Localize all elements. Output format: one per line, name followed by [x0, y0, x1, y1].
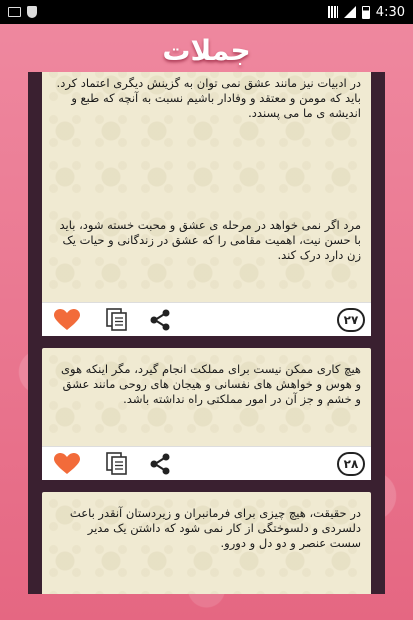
quote-card: مرد اگر نمی خواهد در مرحله ی عشق و محبت …: [42, 204, 371, 336]
signal-icon: [343, 6, 356, 18]
status-right: 4:30: [327, 4, 405, 20]
quote-card: هیچ کاری ممکن نیست برای مملکت انجام گیرد…: [42, 348, 371, 480]
quote-number: ۲۸: [337, 452, 365, 476]
quote-text: در ادبیات نیز مانند عشق نمی توان به گزین…: [56, 76, 361, 120]
quotes-list[interactable]: در ادبیات نیز مانند عشق نمی توان به گزین…: [28, 72, 385, 594]
shield-notification-icon: [27, 6, 37, 18]
image-notification-icon: [8, 7, 21, 17]
quote-number: ۲۷: [337, 308, 365, 332]
status-time: 4:30: [375, 4, 405, 20]
app-title: جملات: [162, 33, 251, 67]
network-icon: [327, 6, 338, 18]
card-actions: ۲۸: [42, 446, 371, 480]
card-actions: ۲۷: [42, 302, 371, 336]
heart-icon[interactable]: [54, 453, 80, 475]
quote-text: هیچ کاری ممکن نیست برای مملکت انجام گیرد…: [61, 362, 361, 406]
quote-text: مرد اگر نمی خواهد در مرحله ی عشق و محبت …: [59, 218, 361, 262]
copy-icon[interactable]: [106, 308, 128, 332]
status-bar: 4:30: [0, 0, 413, 24]
share-icon[interactable]: [148, 308, 172, 332]
share-icon[interactable]: [148, 452, 172, 476]
status-left: [8, 6, 37, 18]
copy-icon[interactable]: [106, 452, 128, 476]
quote-card: در حقیقت، هیچ چیزی برای فرمانبران و زیرد…: [42, 492, 371, 594]
battery-icon: [361, 5, 370, 19]
heart-icon[interactable]: [54, 309, 80, 331]
quote-text: در حقیقت، هیچ چیزی برای فرمانبران و زیرد…: [69, 506, 361, 550]
app-bar: جملات: [0, 24, 413, 76]
